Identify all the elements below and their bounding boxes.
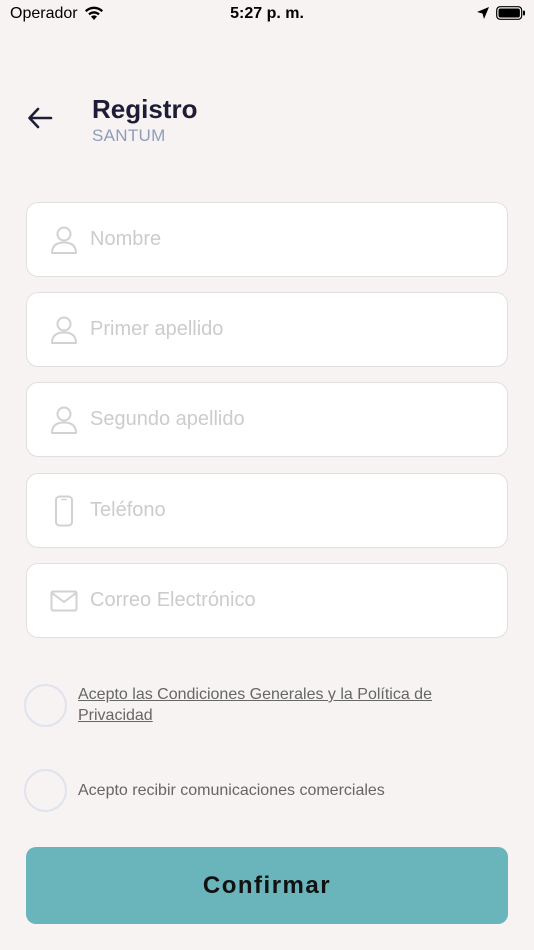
correo-field[interactable] <box>26 563 508 638</box>
arrow-left-icon <box>27 107 53 134</box>
nombre-field[interactable] <box>26 202 508 277</box>
back-button[interactable] <box>22 102 58 138</box>
telefono-field[interactable] <box>26 473 508 548</box>
person-icon <box>46 312 82 348</box>
person-icon <box>46 402 82 438</box>
segundo-apellido-input[interactable] <box>90 408 470 431</box>
confirm-button[interactable]: Confirmar <box>26 847 508 924</box>
person-icon <box>46 222 82 258</box>
primer-apellido-field[interactable] <box>26 292 508 367</box>
correo-input[interactable] <box>90 589 470 612</box>
page-subtitle: SANTUM <box>92 126 166 145</box>
registration-screen: Operador 5:27 p. m. Registro SANTUM Nomb… <box>0 0 534 950</box>
battery-icon <box>496 6 526 25</box>
mail-icon <box>46 583 82 619</box>
nombre-input[interactable] <box>90 228 470 251</box>
terms-link[interactable]: Acepto las Condiciones Generales y la Po… <box>78 684 478 726</box>
primer-apellido-input[interactable] <box>90 318 470 341</box>
status-bar: Operador 5:27 p. m. <box>0 0 534 30</box>
marketing-consent-row: Acepto recibir comunicaciones comerciale… <box>24 769 494 812</box>
marketing-checkbox[interactable] <box>24 769 67 812</box>
marketing-label: Acepto recibir comunicaciones comerciale… <box>78 782 385 799</box>
phone-icon <box>46 493 82 529</box>
terms-consent-row: Acepto las Condiciones Generales y la Po… <box>24 684 494 727</box>
segundo-apellido-field[interactable] <box>26 382 508 457</box>
page-title: Registro <box>92 94 198 124</box>
telefono-input[interactable] <box>90 499 470 522</box>
terms-checkbox[interactable] <box>24 684 67 727</box>
location-arrow-icon <box>476 6 490 25</box>
status-time: 5:27 p. m. <box>230 5 304 22</box>
